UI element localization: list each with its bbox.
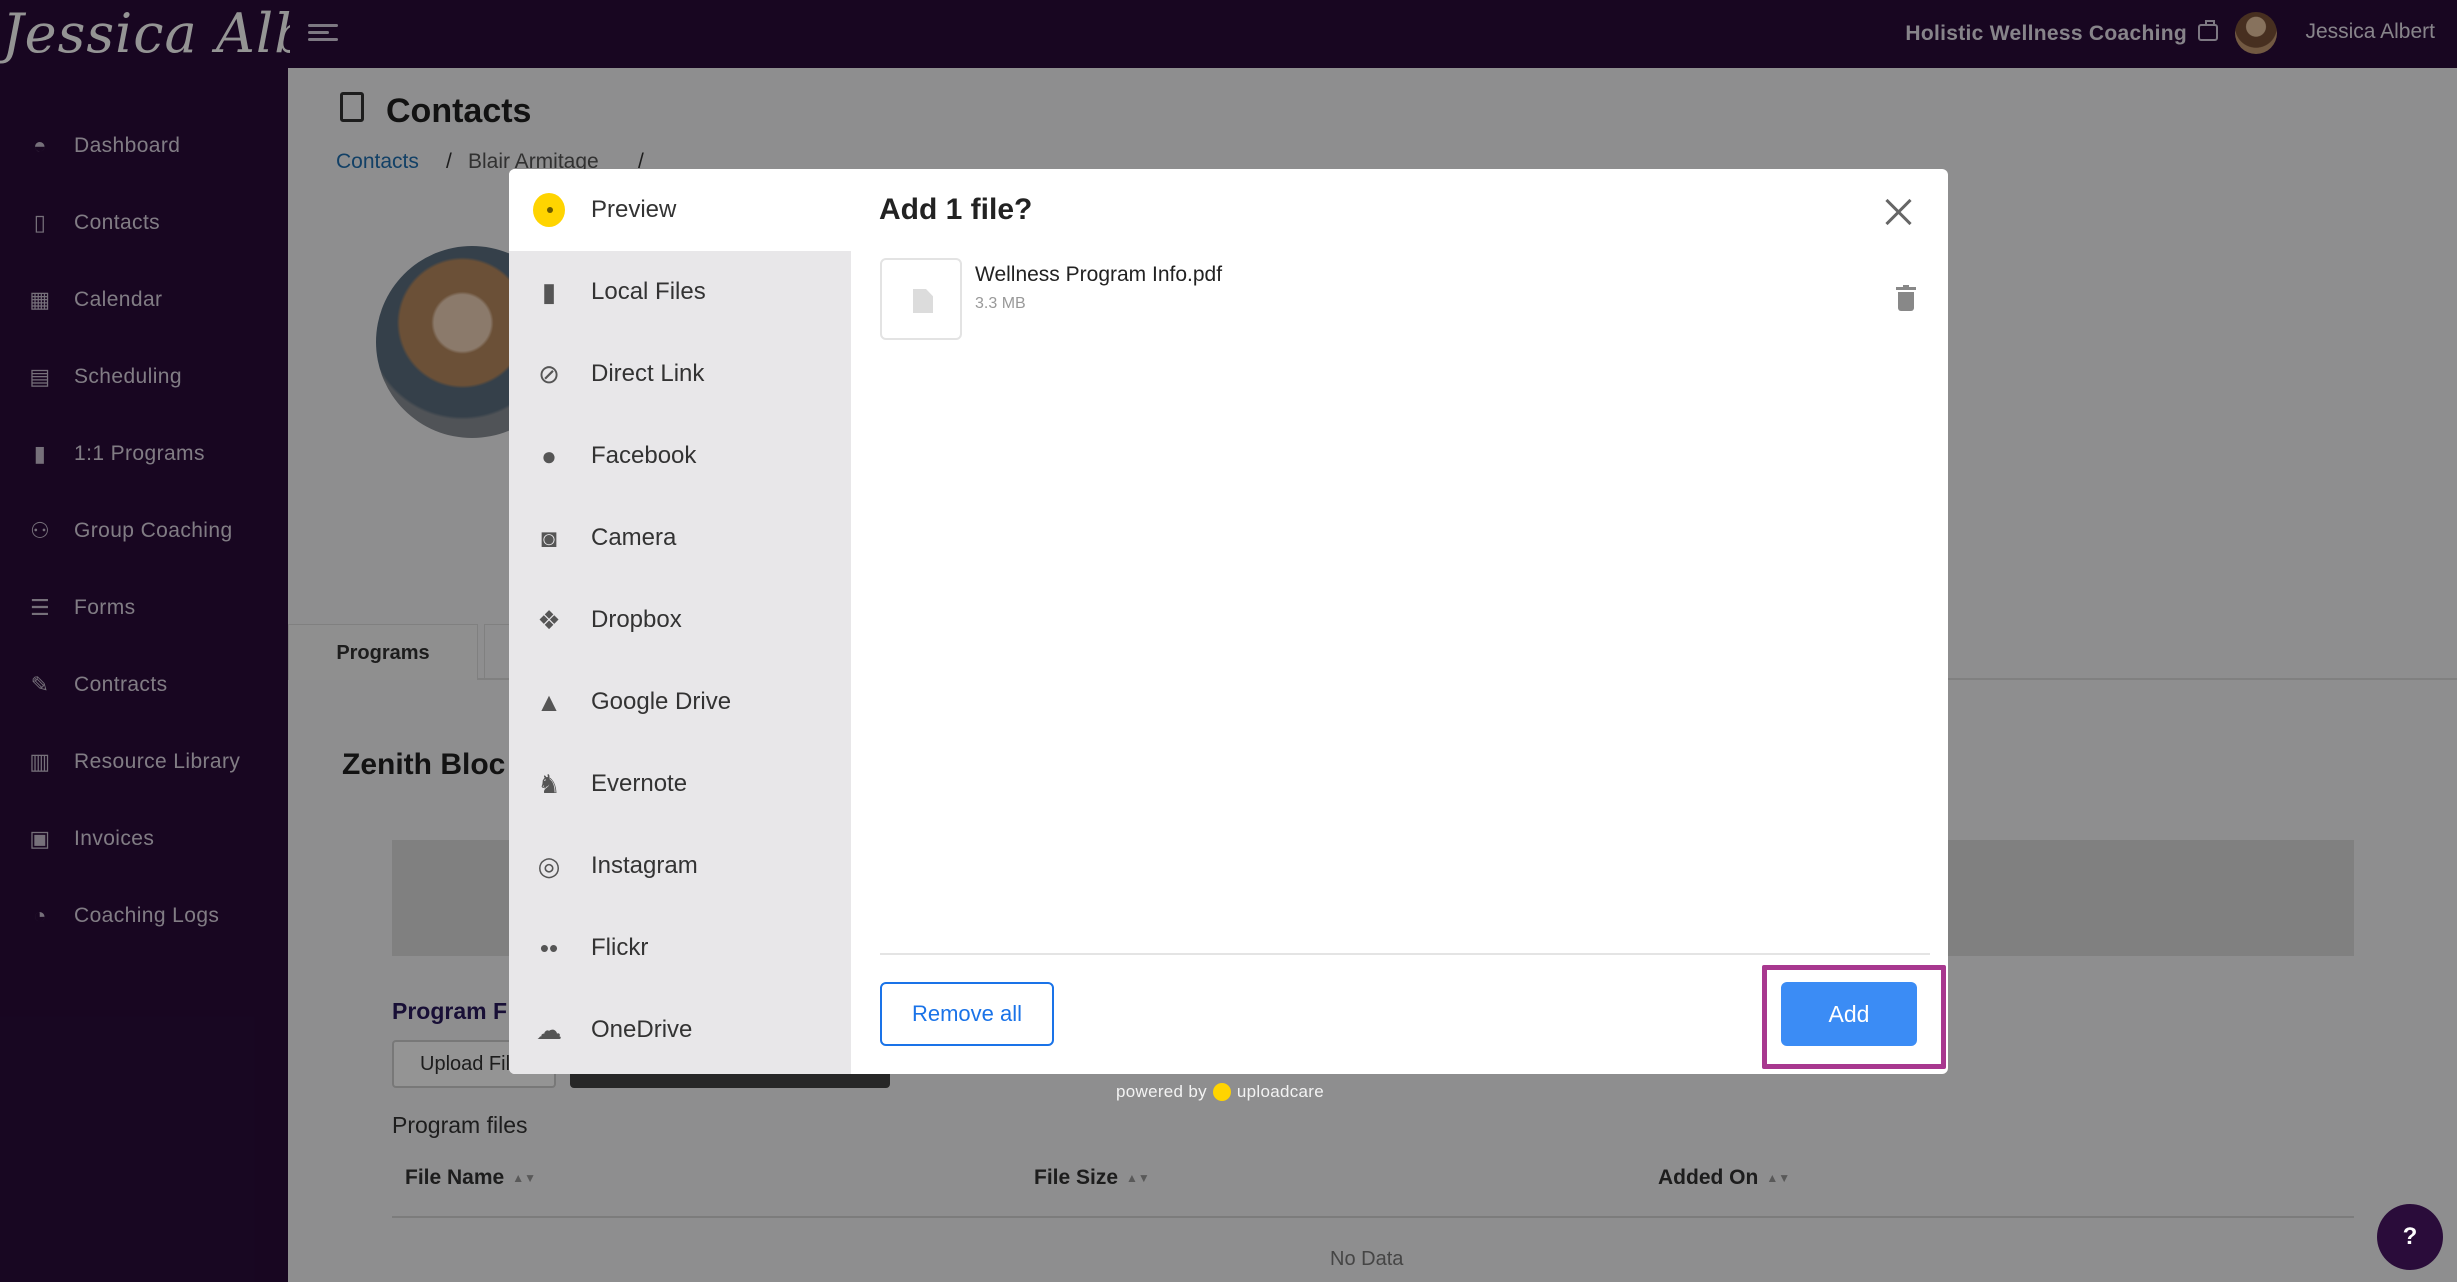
source-label: OneDrive bbox=[591, 1016, 693, 1043]
help-button[interactable]: ? bbox=[2377, 1204, 2443, 1270]
source-label: Instagram bbox=[591, 852, 698, 879]
uploadcare-logo-icon bbox=[1212, 1083, 1231, 1101]
source-facebook[interactable]: ● Facebook bbox=[509, 415, 851, 497]
source-local-files[interactable]: ▮ Local Files bbox=[509, 251, 851, 333]
source-flickr[interactable]: •• Flickr bbox=[509, 907, 851, 989]
source-onedrive[interactable]: ☁ OneDrive bbox=[509, 989, 851, 1071]
source-label: Google Drive bbox=[591, 688, 732, 715]
instagram-icon: ◎ bbox=[537, 850, 561, 881]
upload-dialog: Preview ▮ Local Files ⊘ Direct Link ● Faceb… bbox=[509, 169, 1948, 1074]
trash-icon[interactable] bbox=[1896, 285, 1916, 311]
powered-by[interactable]: powered by uploadcare bbox=[1116, 1082, 1324, 1102]
camera-icon: ◙ bbox=[541, 522, 557, 553]
file-name: Wellness Program Info.pdf bbox=[975, 263, 1223, 286]
powered-by-brand: uploadcare bbox=[1236, 1082, 1325, 1101]
dropbox-icon: ❖ bbox=[537, 604, 561, 635]
link-icon: ⊘ bbox=[538, 358, 560, 389]
dialog-divider bbox=[880, 953, 1930, 955]
dialog-title: Add 1 file? bbox=[879, 193, 1033, 226]
source-dropbox[interactable]: ❖ Dropbox bbox=[509, 579, 851, 661]
close-icon[interactable] bbox=[1884, 197, 1914, 227]
source-label: Direct Link bbox=[591, 360, 705, 387]
file-size: 3.3 MB bbox=[975, 295, 1026, 312]
source-label: Preview bbox=[591, 196, 677, 223]
file-thumbnail bbox=[880, 258, 962, 340]
document-icon bbox=[913, 289, 933, 313]
google-drive-icon: ▲ bbox=[536, 686, 562, 717]
source-label: Local Files bbox=[591, 278, 706, 305]
source-label: Flickr bbox=[591, 934, 649, 961]
add-button-highlight bbox=[1762, 965, 1946, 1069]
source-camera[interactable]: ◙ Camera bbox=[509, 497, 851, 579]
source-preview[interactable]: Preview bbox=[509, 169, 851, 251]
powered-by-text: powered by bbox=[1116, 1082, 1207, 1101]
remove-all-button[interactable]: Remove all bbox=[880, 982, 1054, 1046]
preview-dot-icon bbox=[533, 193, 565, 227]
source-label: Facebook bbox=[591, 442, 697, 469]
onedrive-icon: ☁ bbox=[536, 1014, 562, 1045]
source-label: Evernote bbox=[591, 770, 688, 797]
source-google-drive[interactable]: ▲ Google Drive bbox=[509, 661, 851, 743]
file-icon: ▮ bbox=[541, 276, 557, 307]
evernote-icon: ♞ bbox=[537, 768, 561, 799]
source-list: Preview ▮ Local Files ⊘ Direct Link ● Faceb… bbox=[509, 169, 851, 1074]
flickr-icon: •• bbox=[539, 932, 559, 963]
source-instagram[interactable]: ◎ Instagram bbox=[509, 825, 851, 907]
source-evernote[interactable]: ♞ Evernote bbox=[509, 743, 851, 825]
source-label: Dropbox bbox=[591, 606, 682, 633]
source-direct-link[interactable]: ⊘ Direct Link bbox=[509, 333, 851, 415]
source-label: Camera bbox=[591, 524, 677, 551]
facebook-icon: ● bbox=[541, 440, 557, 471]
